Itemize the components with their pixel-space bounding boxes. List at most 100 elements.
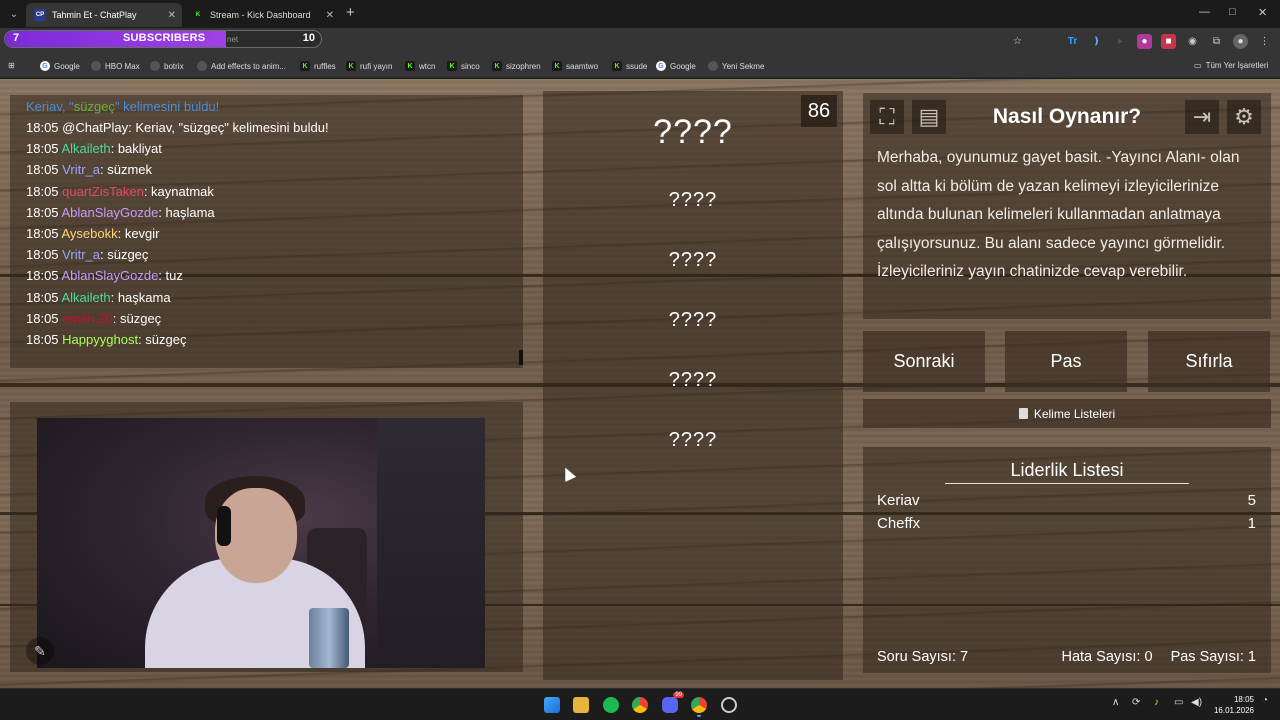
word-panel: 86 ???? ???????????????????? <box>543 91 843 680</box>
tray-app-icon[interactable]: ⟳ <box>1132 697 1140 708</box>
player-name: Cheffx <box>877 515 921 532</box>
extension-toolbar: ☆ Tr ❫ ▸ ● ■ ◉ ⧉ ● ⋮ <box>1010 34 1272 49</box>
how-to-play-panel: ⛶ ▤ Nasıl Oynanır? ⇥ ⚙ Merhaba, oyunumuz… <box>863 93 1271 319</box>
chat-message: 18:05 AblanSlayGozde: haşlama <box>26 204 215 220</box>
bookmark-6[interactable]: Kwtcn <box>405 61 435 71</box>
reset-button[interactable]: Sıfırla <box>1148 331 1270 392</box>
forbidden-word: ???? <box>668 309 718 331</box>
pass-button[interactable]: Pas <box>1005 331 1127 392</box>
network-icon[interactable]: ▭ <box>1174 697 1183 708</box>
chat-username[interactable]: AblanSlayGozde <box>61 268 158 283</box>
gray-extension-icon[interactable]: ◉ <box>1185 34 1200 49</box>
bookmark-8[interactable]: Ksizophren <box>492 61 541 71</box>
windows-start-icon[interactable] <box>544 697 560 713</box>
chat-message: 18:05 Vritr_a: süzgeç <box>26 247 149 263</box>
chat-found-announcement: Keriav, "süzgeç" kelimesini buldu! <box>26 99 220 114</box>
chat-username[interactable]: Aysebokk <box>61 226 117 241</box>
browser-menu-icon[interactable]: ⋮ <box>1257 34 1272 49</box>
bookmark-10[interactable]: Kssude <box>612 61 647 71</box>
tab-kick-dashboard[interactable]: K Stream - Kick Dashboard ✕ <box>184 3 340 27</box>
maximize-icon[interactable]: □ <box>1229 6 1236 18</box>
game-stats: Soru Sayısı: 7 Hata Sayısı: 0 Pas Sayısı… <box>877 649 1256 665</box>
pink-extension-icon[interactable]: ● <box>1137 34 1152 49</box>
chat-message: 18:05 quartZisTaken: kaynatmak <box>26 183 214 199</box>
chat-username[interactable]: AblanSlayGozde <box>61 205 158 220</box>
error-count: Hata Sayısı: 0 <box>1061 649 1153 665</box>
obs-icon[interactable] <box>721 697 737 713</box>
discord-badge: 99 <box>673 692 684 698</box>
bookmarks-bar: ⊞ G Google HBO Max botrix Add effects to ani… <box>0 56 1280 78</box>
chat-scrollbar[interactable] <box>519 350 523 365</box>
bookmark-11[interactable]: G Google <box>656 61 696 71</box>
notification-bell-icon[interactable]: ◔ <box>1262 695 1268 706</box>
hbo-icon <box>91 61 101 71</box>
chat-username[interactable]: @ChatPlay <box>62 120 128 135</box>
tray-chevron-icon[interactable]: ∧ <box>1112 697 1119 708</box>
new-tab-button[interactable]: + <box>346 5 355 21</box>
dark-extension-icon[interactable]: ▸ <box>1113 34 1128 49</box>
volume-icon[interactable]: ◀) <box>1191 697 1202 708</box>
question-count: Soru Sayısı: 7 <box>877 649 969 665</box>
subscriber-goal-label: SUBSCRIBERS <box>123 32 206 44</box>
next-button[interactable]: Sonraki <box>863 331 985 392</box>
profile-avatar-icon[interactable]: ● <box>1233 34 1248 49</box>
chrome-active-icon[interactable] <box>691 697 707 713</box>
pass-count: Pas Sayısı: 1 <box>1170 649 1256 665</box>
tab-chatplay[interactable]: CP Tahmin Et - ChatPlay ✕ <box>26 3 182 27</box>
edit-pencil-icon[interactable]: ✎ <box>26 637 54 665</box>
translate-extension-icon[interactable]: Tr <box>1065 34 1080 49</box>
minimize-icon[interactable]: — <box>1199 6 1210 18</box>
chat-username[interactable]: Vritr_a <box>62 247 100 262</box>
all-bookmarks-folder[interactable]: ▭ Tüm Yer İşaretleri <box>1194 61 1268 70</box>
audio-extension-icon[interactable]: ❫ <box>1089 34 1104 49</box>
leaderboard-row: Cheffx 1 <box>877 515 1256 532</box>
chat-panel: Keriav, "süzgeç" kelimesini buldu! 18:05… <box>10 95 523 368</box>
streamer-area-panel: ✎ <box>10 402 523 672</box>
address-bar: 7 SUBSCRIBERS net 10 ☆ Tr ❫ ▸ ● ■ ◉ ⧉ ● … <box>0 28 1280 56</box>
kick-icon: K <box>300 61 310 71</box>
kick-icon: K <box>552 61 562 71</box>
bookmark-2[interactable]: botrix <box>150 61 184 71</box>
target-word: ???? <box>653 113 733 151</box>
chat-message: 18:05 emen.20: süzgeç <box>26 310 162 326</box>
word-lists-button[interactable]: Kelime Listeleri <box>863 399 1271 428</box>
close-tab-icon[interactable]: ✕ <box>326 10 334 21</box>
subscriber-goal-bar: 7 SUBSCRIBERS net 10 <box>4 30 322 48</box>
chat-message: 18:05 AblanSlayGozde: tuz <box>26 268 183 284</box>
extensions-puzzle-icon[interactable]: ⧉ <box>1209 34 1224 49</box>
kick-icon: K <box>612 61 622 71</box>
apps-grid-icon[interactable]: ⊞ <box>8 61 15 70</box>
settings-gear-icon[interactable]: ⚙ <box>1227 100 1261 134</box>
chat-username[interactable]: Happyyghost <box>62 332 138 347</box>
red-extension-icon[interactable]: ■ <box>1161 34 1176 49</box>
tab-search-chevron-icon[interactable]: ⌄ <box>4 4 24 24</box>
system-clock[interactable]: 18:05 16.01.2026 <box>1214 694 1254 716</box>
bookmark-5[interactable]: Krufi yayın <box>346 61 392 71</box>
close-tab-icon[interactable]: ✕ <box>168 10 176 21</box>
webcam-feed <box>37 418 485 668</box>
bookmark-12[interactable]: Yeni Sekme <box>708 61 764 71</box>
chat-username[interactable]: emen.20 <box>62 311 113 326</box>
bookmark-0[interactable]: G Google <box>40 61 80 71</box>
forbidden-word: ???? <box>668 249 718 271</box>
bookmark-3[interactable]: Add effects to anim... <box>197 61 286 71</box>
bookmark-4[interactable]: Kruffles <box>300 61 336 71</box>
document-icon <box>1018 408 1028 419</box>
bookmark-7[interactable]: Ksinco <box>447 61 480 71</box>
chat-username[interactable]: Alkaileth <box>61 141 110 156</box>
logout-icon[interactable]: ⇥ <box>1185 100 1219 134</box>
bookmark-9[interactable]: Ksaamtwo <box>552 61 598 71</box>
tray-mic-icon[interactable]: ♪ <box>1154 697 1159 708</box>
chat-username[interactable]: quartZisTaken <box>62 184 144 199</box>
bookmark-star-icon[interactable]: ☆ <box>1010 34 1025 49</box>
discord-icon[interactable]: 99 <box>662 692 684 713</box>
chrome-icon[interactable] <box>632 697 648 713</box>
bookmark-1[interactable]: HBO Max <box>91 61 140 71</box>
spotify-icon[interactable] <box>603 697 619 713</box>
file-explorer-icon[interactable] <box>573 697 589 713</box>
url-fragment[interactable]: net <box>227 35 238 44</box>
chat-username[interactable]: Vritr_a <box>62 162 100 177</box>
chat-username[interactable]: Alkaileth <box>61 290 110 305</box>
close-window-icon[interactable]: ✕ <box>1258 6 1267 19</box>
kick-favicon-icon: K <box>192 9 204 21</box>
